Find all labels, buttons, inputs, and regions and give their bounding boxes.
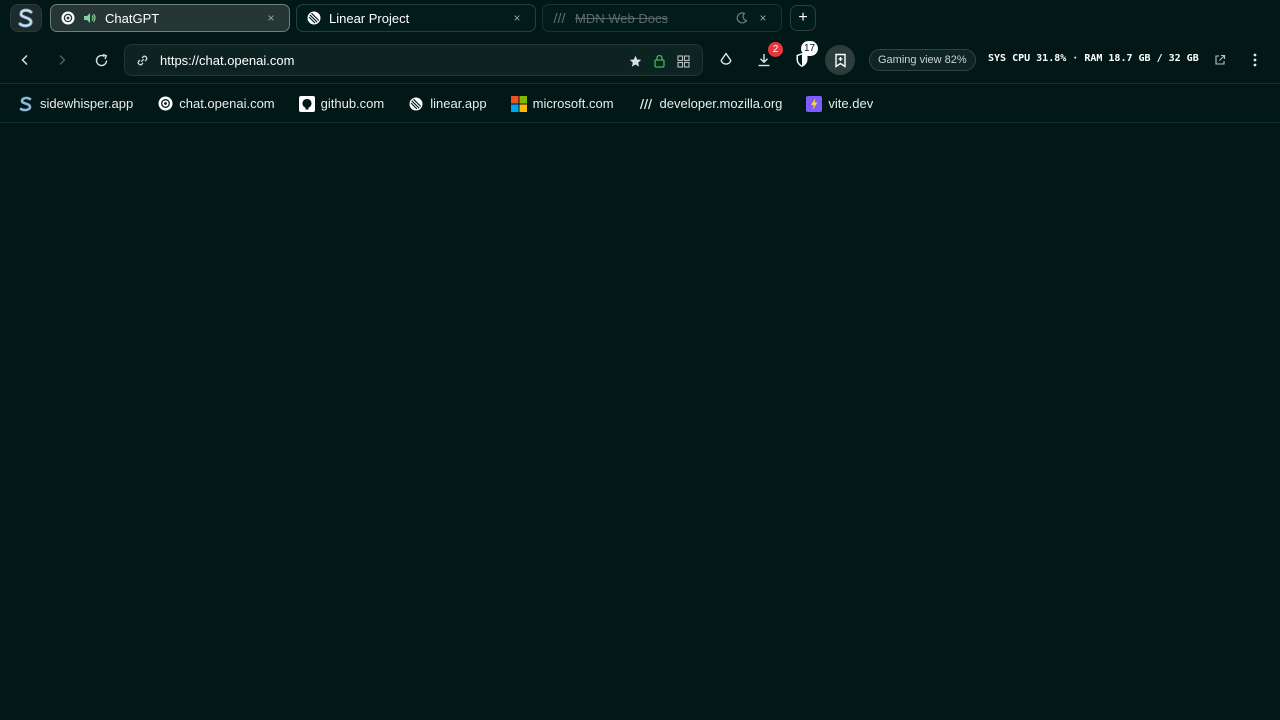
bookmark-linear[interactable]: linear.app bbox=[408, 96, 487, 112]
navigation-toolbar: 2 17 Gaming view 82% SYS CPU 31.8% · RAM… bbox=[0, 36, 1280, 84]
bookmark-label: linear.app bbox=[430, 96, 487, 111]
bookmark-label: vite.dev bbox=[828, 96, 874, 111]
gaming-view-pill[interactable]: Gaming view 82% bbox=[869, 49, 976, 71]
close-tab-icon[interactable]: × bbox=[755, 11, 771, 25]
chevron-right-icon bbox=[59, 54, 66, 66]
extensions-grid-icon[interactable] bbox=[675, 53, 691, 69]
tab-chatgpt[interactable]: ChatGPT × bbox=[50, 4, 290, 32]
reload-button[interactable] bbox=[91, 50, 111, 70]
chevron-left-icon bbox=[21, 54, 28, 66]
page-content-area[interactable] bbox=[0, 124, 1280, 720]
microsoft-icon bbox=[510, 95, 527, 112]
bookmark-add-icon bbox=[834, 53, 846, 68]
tab-title: MDN Web Docs bbox=[575, 10, 668, 26]
reading-list-button[interactable] bbox=[825, 45, 855, 75]
droplet-icon[interactable] bbox=[716, 50, 736, 70]
bookmark-label: chat.openai.com bbox=[179, 96, 275, 111]
new-tab-button[interactable]: + bbox=[790, 5, 816, 31]
link-icon bbox=[135, 53, 150, 68]
linear-icon bbox=[307, 11, 321, 25]
more-menu-icon[interactable] bbox=[1245, 50, 1265, 70]
tab-mdn-web-docs[interactable]: MDN Web Docs × bbox=[542, 4, 782, 32]
bookmark-mdn[interactable]: developer.mozilla.org bbox=[638, 96, 783, 112]
vite-icon bbox=[806, 95, 823, 112]
close-tab-icon[interactable]: × bbox=[509, 11, 525, 25]
address-bar[interactable] bbox=[124, 44, 703, 76]
speaker-icon[interactable] bbox=[83, 11, 97, 25]
bookmark-microsoft[interactable]: microsoft.com bbox=[510, 95, 614, 112]
close-tab-icon[interactable]: × bbox=[263, 11, 279, 25]
sleep-moon-icon bbox=[735, 11, 749, 25]
forward-button[interactable] bbox=[52, 50, 72, 70]
open-external-icon[interactable] bbox=[1210, 50, 1230, 70]
reload-icon bbox=[95, 53, 107, 66]
bookmark-sidewhisper[interactable]: sidewhisper.app bbox=[18, 96, 133, 112]
back-button[interactable] bbox=[15, 50, 35, 70]
bookmark-label: sidewhisper.app bbox=[40, 96, 134, 111]
mdn-icon bbox=[553, 11, 567, 25]
sidewhisper-icon bbox=[18, 96, 34, 112]
linear-icon bbox=[408, 96, 424, 112]
mdn-icon bbox=[638, 96, 654, 112]
bookmark-label: developer.mozilla.org bbox=[659, 96, 783, 111]
url-input[interactable] bbox=[160, 52, 600, 68]
tab-bar: ChatGPT × Linear Project × MDN Web Docs … bbox=[0, 0, 1280, 36]
system-monitor-readout: SYS CPU 31.8% · RAM 18.7 GB / 32 GB bbox=[988, 53, 1199, 64]
github-icon bbox=[298, 95, 315, 112]
download-icon bbox=[758, 54, 770, 67]
bookmarks-bar: sidewhisper.app chat.openai.com github.c… bbox=[0, 85, 1280, 123]
tab-title: Linear Project bbox=[329, 10, 410, 26]
bookmark-chat-openai[interactable]: chat.openai.com bbox=[157, 96, 275, 112]
lock-icon[interactable] bbox=[651, 53, 667, 69]
bookmark-vite[interactable]: vite.dev bbox=[806, 95, 874, 112]
bookmark-label: microsoft.com bbox=[532, 96, 614, 111]
tab-title: ChatGPT bbox=[105, 10, 160, 26]
bookmark-label: github.com bbox=[320, 96, 385, 111]
bookmark-github[interactable]: github.com bbox=[298, 95, 385, 112]
downloads-count-badge: 2 bbox=[768, 42, 783, 57]
tab-linear-project[interactable]: Linear Project × bbox=[296, 4, 536, 32]
sidewhisper-app-button[interactable] bbox=[10, 4, 42, 32]
shield-count-badge: 17 bbox=[801, 41, 819, 56]
sidewhisper-logo-icon bbox=[18, 8, 33, 28]
openai-icon bbox=[61, 11, 75, 25]
openai-icon bbox=[157, 96, 173, 112]
bookmark-star-icon[interactable] bbox=[627, 53, 643, 69]
